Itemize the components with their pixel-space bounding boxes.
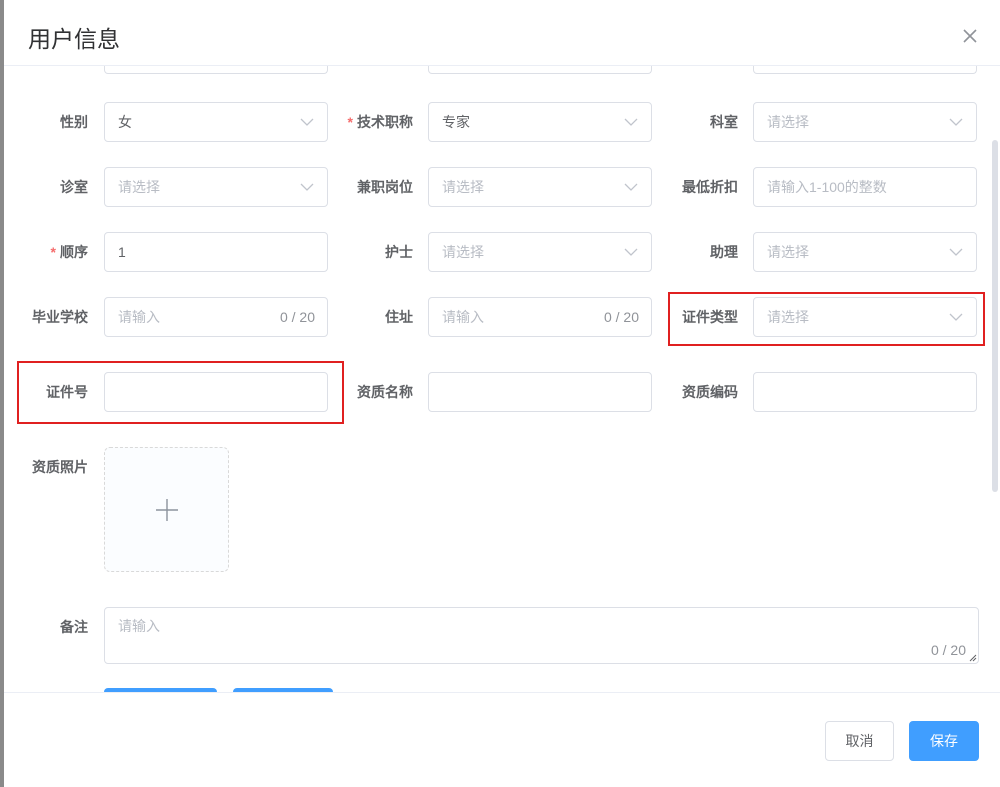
- assistant-label: 助理: [710, 244, 738, 260]
- chevron-down-icon: [949, 248, 963, 256]
- qualification-code-input[interactable]: [753, 372, 977, 412]
- remark-placeholder: 请输入: [118, 618, 160, 634]
- remark-char-count: 0 / 20: [930, 642, 966, 658]
- dialog-body[interactable]: 性别 女 * 技术职称 专家 科室 请选择 诊室 请选择 兼职岗位 请选择 最低折…: [4, 66, 1000, 692]
- min-discount-label: 最低折扣: [682, 179, 738, 195]
- photo-upload-area[interactable]: [104, 447, 229, 572]
- remark-textarea[interactable]: 请输入 0 / 20: [104, 607, 979, 664]
- nurse-label: 护士: [385, 244, 413, 260]
- school-placeholder: 请输入: [118, 309, 160, 325]
- dialog-title: 用户信息: [28, 26, 120, 52]
- part-time-post-label: 兼职岗位: [357, 179, 413, 195]
- order-value: 1: [118, 244, 126, 260]
- assistant-select[interactable]: 请选择: [753, 232, 977, 272]
- resize-grip-icon[interactable]: [969, 654, 977, 662]
- department-label: 科室: [710, 114, 738, 130]
- qualification-code-label: 资质编码: [682, 384, 738, 400]
- nurse-placeholder: 请选择: [442, 244, 484, 260]
- close-icon[interactable]: [960, 26, 980, 46]
- min-discount-input[interactable]: 请输入1-100的整数: [753, 167, 977, 207]
- id-type-highlight-box: [668, 292, 985, 346]
- school-label: 毕业学校: [32, 309, 88, 325]
- tech-title-label: * 技术职称: [347, 114, 413, 130]
- vertical-scrollbar[interactable]: [992, 140, 998, 492]
- partial-field[interactable]: [428, 66, 652, 74]
- tech-title-value: 专家: [442, 114, 470, 130]
- chevron-down-icon: [949, 118, 963, 126]
- cancel-button[interactable]: 取消: [825, 721, 894, 761]
- min-discount-placeholder: 请输入1-100的整数: [767, 179, 887, 195]
- dialog-header: 用户信息: [4, 0, 1000, 66]
- address-placeholder: 请输入: [442, 309, 484, 325]
- assistant-placeholder: 请选择: [767, 244, 809, 260]
- part-time-post-placeholder: 请选择: [442, 179, 484, 195]
- qualification-photo-label: 资质照片: [32, 459, 88, 475]
- gender-label: 性别: [60, 114, 88, 130]
- plus-icon: [156, 499, 178, 521]
- department-placeholder: 请选择: [767, 114, 809, 130]
- partial-field[interactable]: [104, 66, 328, 74]
- order-label: * 顺序: [50, 244, 88, 260]
- department-select[interactable]: 请选择: [753, 102, 977, 142]
- user-info-dialog: 用户信息 性别 女 * 技术职称 专家 科室 请选择 诊室 请选择 兼职岗位 请…: [4, 0, 1000, 787]
- qualification-name-label: 资质名称: [357, 384, 413, 400]
- clinic-label: 诊室: [60, 179, 88, 195]
- address-label: 住址: [385, 309, 413, 325]
- dialog-footer: 取消 保存: [4, 692, 1000, 787]
- clinic-placeholder: 请选择: [118, 179, 160, 195]
- remark-label: 备注: [60, 619, 88, 635]
- gender-value: 女: [118, 114, 132, 130]
- save-button[interactable]: 保存: [909, 721, 979, 761]
- partial-field[interactable]: [753, 66, 977, 74]
